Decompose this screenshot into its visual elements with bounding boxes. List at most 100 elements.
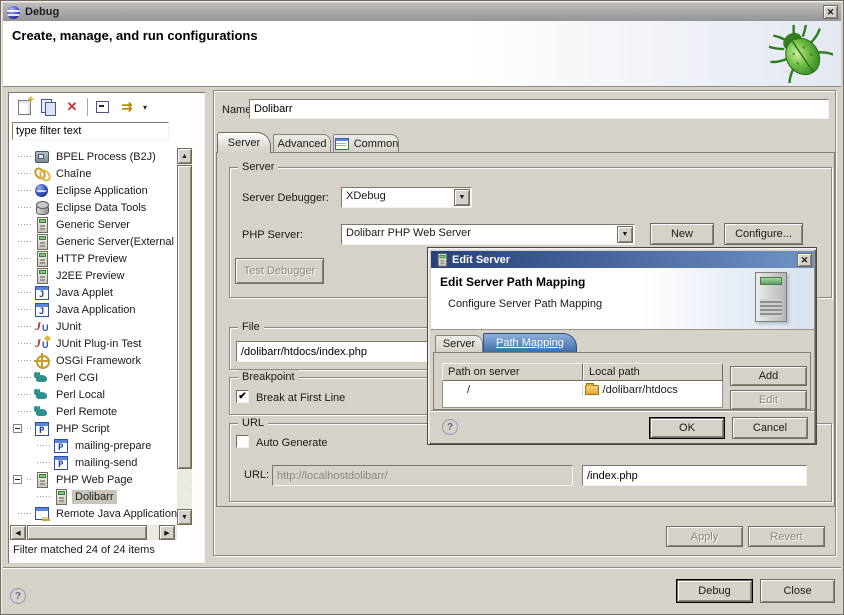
delete-configuration-button[interactable]: ✕ <box>60 96 84 118</box>
dialog-close-button[interactable]: ✕ <box>797 253 812 267</box>
test-debugger-button[interactable]: Test Debugger <box>235 258 324 284</box>
tree-item-perl-cgi[interactable]: Perl CGI <box>10 369 177 386</box>
tree-item-java-application[interactable]: Java Application <box>10 301 177 318</box>
dialog-help-button[interactable]: ? <box>442 419 458 435</box>
combo-dropdown-icon[interactable]: ▼ <box>617 226 633 243</box>
tree-item-junit-plugin[interactable]: JUnit Plug-in Test <box>10 335 177 352</box>
server-icon <box>53 489 69 504</box>
keys-icon <box>34 166 50 181</box>
tree-item-mailing-prepare[interactable]: mailing-prepare <box>10 437 177 454</box>
filter-input[interactable] <box>12 122 169 140</box>
table-body: / /dolibarr/htdocs <box>442 381 723 408</box>
url-path-input[interactable] <box>582 465 807 486</box>
duplicate-configuration-button[interactable] <box>36 96 60 118</box>
horizontal-scroll-thumb[interactable] <box>27 525 147 540</box>
server-icon <box>34 234 50 249</box>
auto-generate-checkbox[interactable] <box>236 435 249 448</box>
tree-item-dolibarr[interactable]: Dolibarr <box>10 488 177 505</box>
add-mapping-button[interactable]: Add <box>730 366 807 386</box>
configurations-sidebar: ✕ ⇉ ▾ BPEL Process (B2J) Chaîne Eclipse … <box>8 92 205 563</box>
tree-item-mailing-send[interactable]: mailing-send <box>10 454 177 471</box>
tree-item-java-applet[interactable]: Java Applet <box>10 284 177 301</box>
toolbar-menu-chevron-icon[interactable]: ▾ <box>139 96 151 118</box>
tree-item-perl-local[interactable]: Perl Local <box>10 386 177 403</box>
path-mapping-pane: Path on server Local path / /dolibarr/ht… <box>433 352 811 410</box>
junit-icon <box>34 319 50 334</box>
tree-item-chaine[interactable]: Chaîne <box>10 165 177 182</box>
ok-button[interactable]: OK <box>649 417 725 439</box>
collapse-toggle-icon[interactable] <box>13 475 22 484</box>
new-server-button[interactable]: New <box>650 223 714 245</box>
eclipse-logo-icon <box>7 6 20 19</box>
path-mapping-table: Path on server Local path / /dolibarr/ht… <box>442 363 723 408</box>
bpel-icon <box>34 149 50 164</box>
filter-launch-button[interactable]: ⇉ <box>115 96 139 118</box>
tree-item-generic-server[interactable]: Generic Server <box>10 216 177 233</box>
java-window-icon <box>34 302 50 317</box>
tree-item-generic-server-external[interactable]: Generic Server(External La <box>10 233 177 250</box>
debug-button[interactable]: Debug <box>676 579 753 603</box>
tree-item-remote-java[interactable]: Remote Java Application <box>10 505 177 522</box>
tree-item-php-web-page[interactable]: PHP Web Page <box>10 471 177 488</box>
dialog-tab-path-mapping[interactable]: Path Mapping <box>483 333 577 352</box>
tree-item-osgi[interactable]: OSGi Framework <box>10 352 177 369</box>
bug-icon <box>769 25 833 83</box>
tree-item-eclipse-data-tools[interactable]: Eclipse Data Tools <box>10 199 177 216</box>
php-server-combo[interactable]: Dolibarr PHP Web Server ▼ <box>341 224 635 245</box>
local-path-cell: /dolibarr/htdocs <box>583 384 722 396</box>
dialog-title: Edit Server <box>452 254 510 266</box>
path-on-server-cell: / <box>443 384 583 396</box>
break-first-line-checkbox[interactable]: ✔ <box>236 390 249 403</box>
php-server-label: PHP Server: <box>242 229 303 241</box>
window-close-button[interactable]: ✕ <box>823 5 838 19</box>
revert-button[interactable]: Revert <box>748 526 825 547</box>
tree-item-http-preview[interactable]: HTTP Preview <box>10 250 177 267</box>
edit-mapping-button[interactable]: Edit <box>730 390 807 410</box>
server-icon <box>435 253 449 266</box>
server-icon <box>34 472 50 487</box>
new-configuration-button[interactable] <box>12 96 36 118</box>
column-header-local-path: Local path <box>583 363 723 381</box>
tree-item-eclipse-application[interactable]: Eclipse Application <box>10 182 177 199</box>
vertical-scroll-thumb[interactable] <box>177 165 192 469</box>
tree-item-perl-remote[interactable]: Perl Remote <box>10 403 177 420</box>
configure-server-button[interactable]: Configure... <box>724 223 803 245</box>
dialog-subheading: Configure Server Path Mapping <box>448 298 602 310</box>
file-group-title: File <box>238 320 264 334</box>
scroll-down-button[interactable]: ▼ <box>177 509 192 525</box>
combo-dropdown-icon[interactable]: ▼ <box>454 189 470 206</box>
tab-common[interactable]: Common <box>333 134 399 152</box>
name-input[interactable] <box>249 99 829 119</box>
server-group-title: Server <box>238 160 278 174</box>
scroll-left-button[interactable]: ◀ <box>10 525 26 540</box>
base-url-input <box>272 465 573 486</box>
database-icon <box>34 200 50 215</box>
help-button[interactable]: ? <box>10 588 26 604</box>
url-label: URL: <box>244 469 269 481</box>
page-title: Create, manage, and run configurations <box>12 28 258 43</box>
collapse-all-button[interactable] <box>91 96 115 118</box>
url-group-title: URL <box>238 416 268 430</box>
cancel-button[interactable]: Cancel <box>732 417 808 439</box>
junit-plugin-icon <box>34 336 50 351</box>
server-debugger-combo[interactable]: XDebug ▼ <box>341 187 472 208</box>
close-button[interactable]: Close <box>760 579 835 603</box>
debug-configurations-window: Debug ✕ Create, manage, and run configur… <box>0 0 844 615</box>
folder-icon <box>585 385 599 395</box>
tree-item-bpel[interactable]: BPEL Process (B2J) <box>10 148 177 165</box>
dialog-button-bar: ? OK Cancel <box>431 410 814 443</box>
tree-item-php-script[interactable]: PHP Script <box>10 420 177 437</box>
tree-item-junit[interactable]: JUnit <box>10 318 177 335</box>
sidebar-toolbar: ✕ ⇉ ▾ <box>12 95 151 119</box>
header-banner: Create, manage, and run configurations <box>3 21 841 87</box>
table-row[interactable]: / /dolibarr/htdocs <box>443 381 722 398</box>
server-icon <box>34 268 50 283</box>
tab-server[interactable]: Server <box>217 132 271 153</box>
tab-advanced[interactable]: Advanced <box>273 134 331 152</box>
collapse-toggle-icon[interactable] <box>13 424 22 433</box>
tree-item-j2ee-preview[interactable]: J2EE Preview <box>10 267 177 284</box>
dialog-tab-server[interactable]: Server <box>435 335 483 352</box>
scroll-up-button[interactable]: ▲ <box>177 148 192 164</box>
apply-button[interactable]: Apply <box>666 526 743 547</box>
scroll-right-button[interactable]: ▶ <box>159 525 175 540</box>
